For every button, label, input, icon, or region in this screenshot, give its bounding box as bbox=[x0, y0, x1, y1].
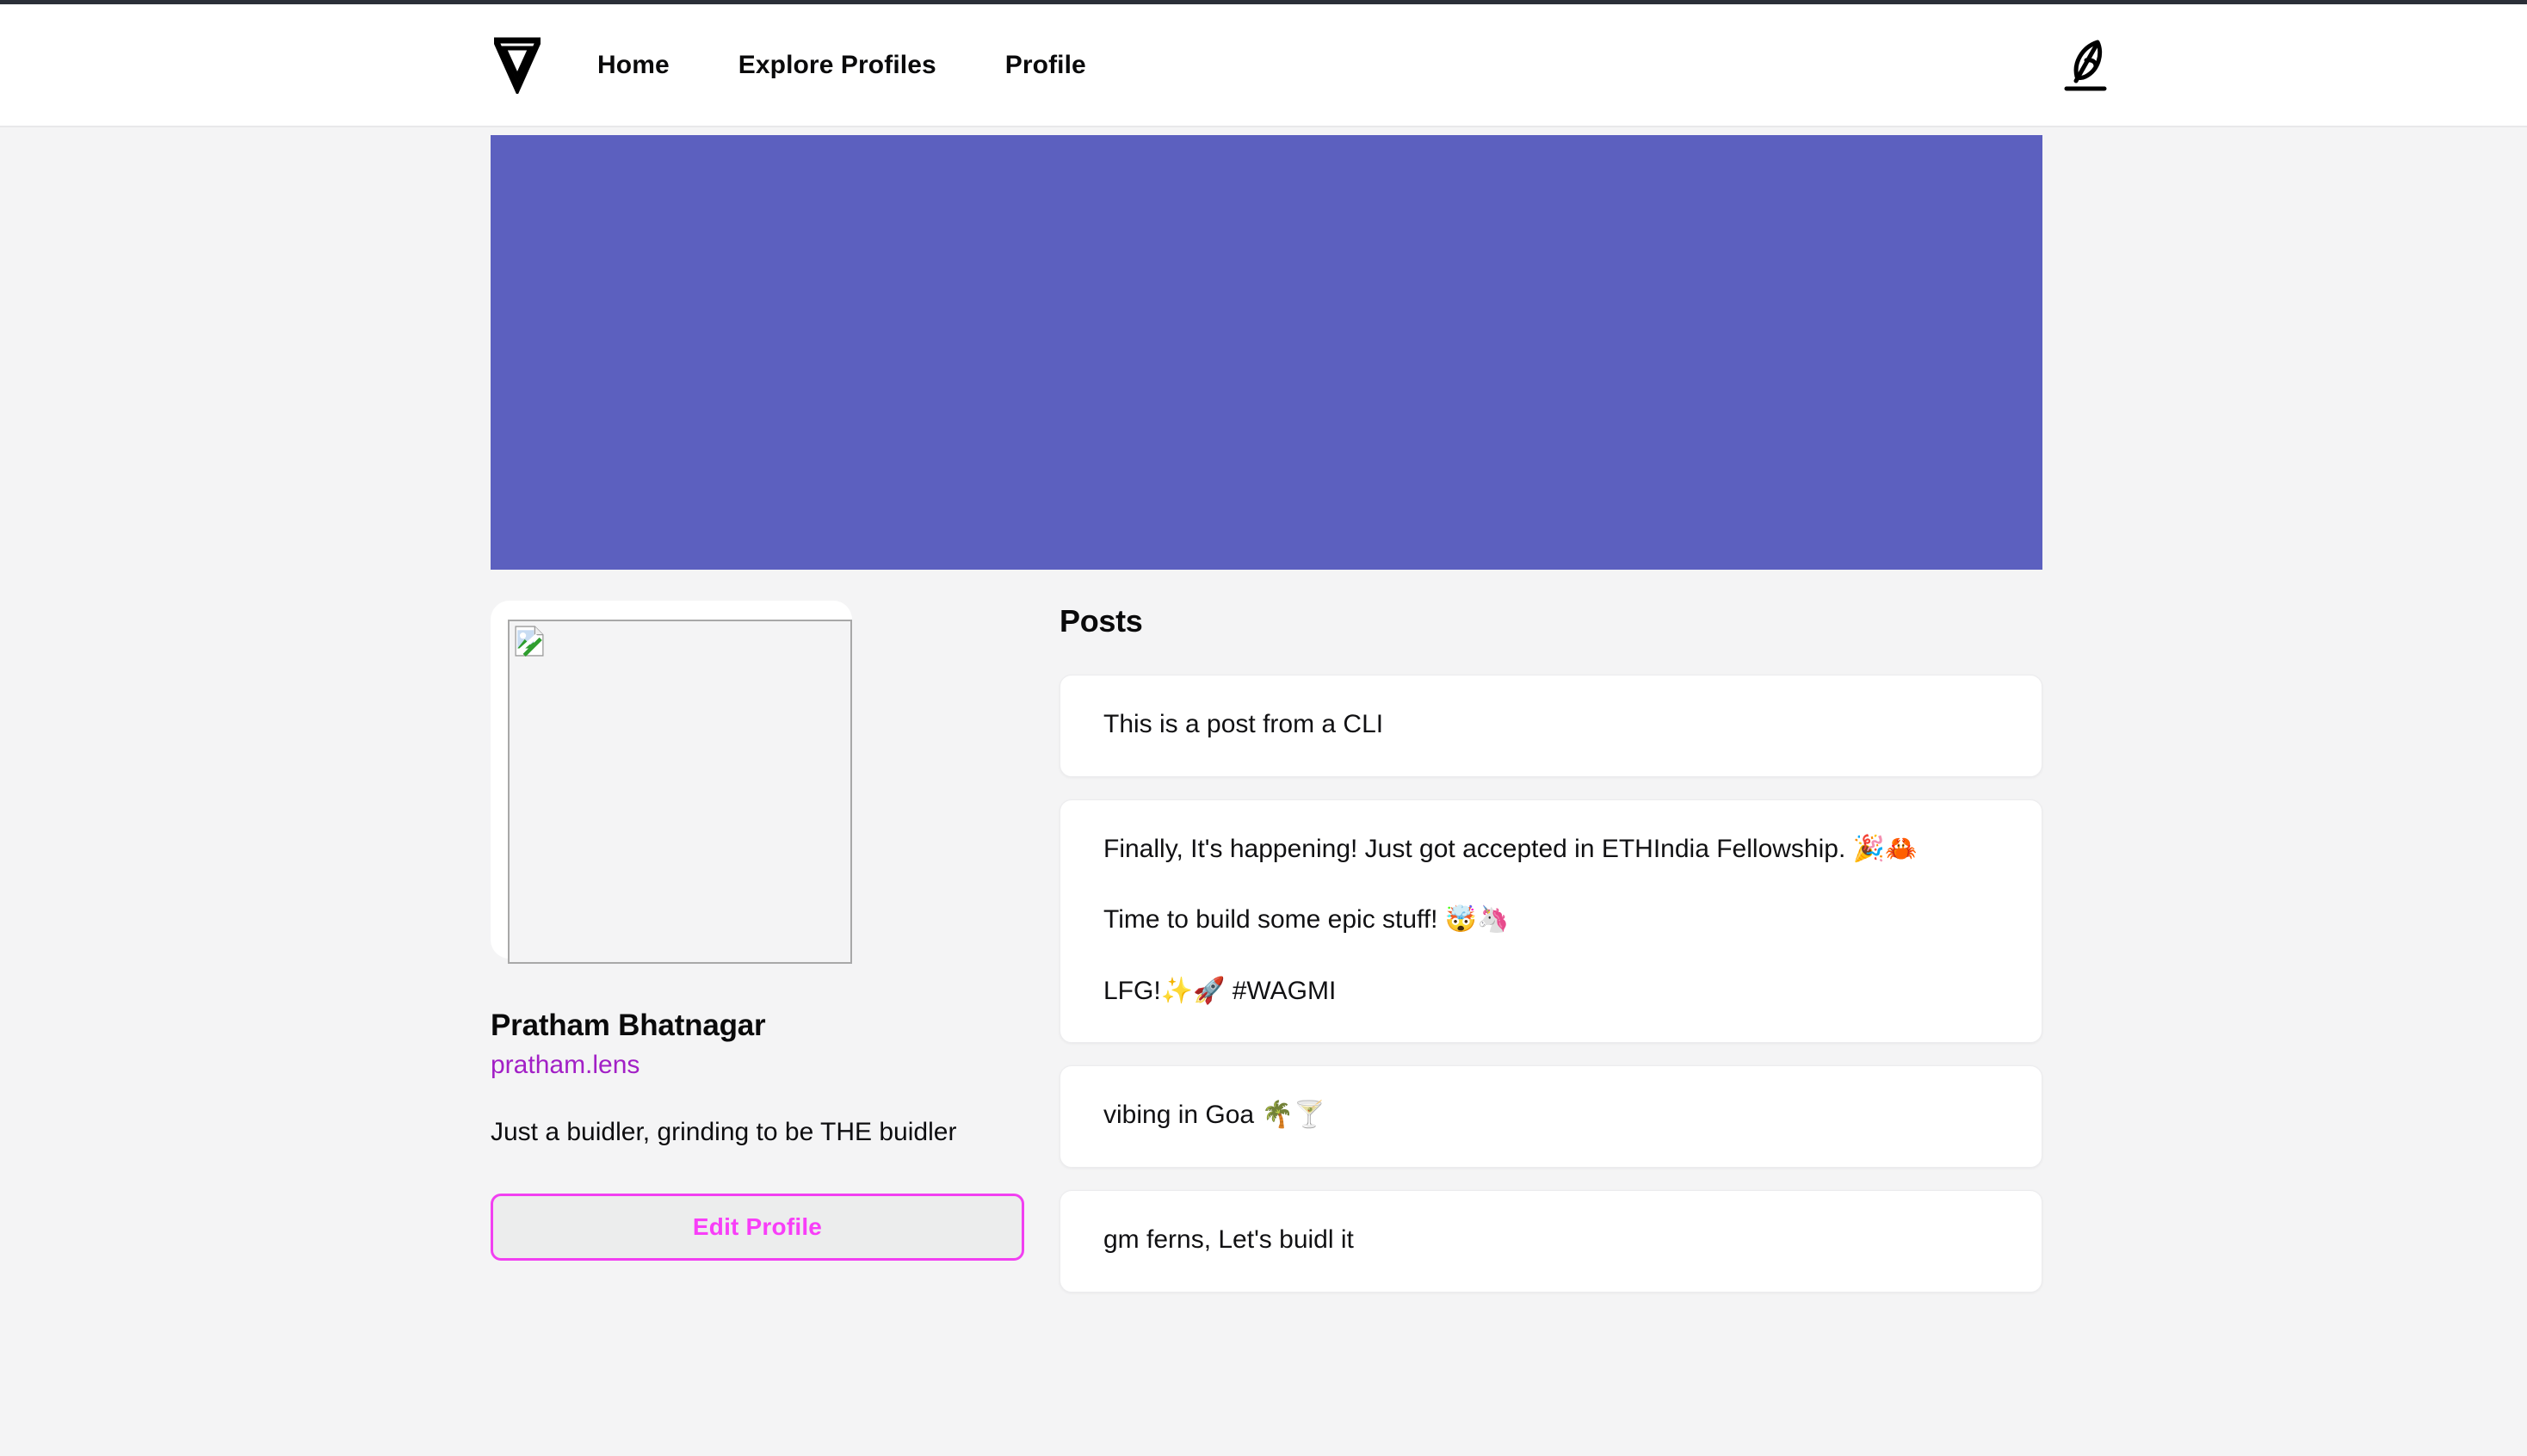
profile-cover-banner bbox=[491, 135, 2042, 570]
post-text: gm ferns, Let's buidl it bbox=[1103, 1225, 1354, 1254]
nav-link-profile[interactable]: Profile bbox=[1005, 44, 1086, 87]
broken-image-icon bbox=[515, 626, 544, 657]
page-title: Pratham Bhatnagar bbox=[491, 1009, 766, 1042]
avatar bbox=[491, 601, 852, 964]
post-text: This is a post from a CLI bbox=[1103, 710, 1384, 738]
navbar-links: Home Explore Profiles Profile bbox=[597, 44, 1086, 87]
main-navbar: Home Explore Profiles Profile bbox=[0, 4, 2527, 127]
navbar-right-group bbox=[1993, 4, 2527, 126]
post-text: vibing in Goa 🌴🍸 bbox=[1103, 1101, 1326, 1130]
nav-link-home[interactable]: Home bbox=[597, 44, 670, 87]
post-text: Finally, It's happening! Just got accept… bbox=[1103, 834, 1918, 863]
navbar-left-group: Home Explore Profiles Profile bbox=[491, 4, 1086, 126]
list-item[interactable]: This is a post from a CLI bbox=[1060, 675, 2042, 777]
posts-section: Posts This is a post from a CLI Finally,… bbox=[1060, 594, 2042, 1293]
posts-heading: Posts bbox=[1060, 603, 1143, 639]
lens-triangle-logo-icon[interactable] bbox=[491, 34, 544, 96]
nav-link-explore-profiles[interactable]: Explore Profiles bbox=[738, 44, 936, 87]
feather-quill-icon[interactable] bbox=[2054, 28, 2117, 102]
profile-bio: Just a buidler, grinding to be THE buidl… bbox=[491, 1118, 957, 1147]
list-item[interactable]: vibing in Goa 🌴🍸 bbox=[1060, 1065, 2042, 1168]
posts-list: This is a post from a CLI Finally, It's … bbox=[1060, 675, 2042, 1293]
profile-handle[interactable]: pratham.lens bbox=[491, 1050, 1024, 1081]
post-text: Time to build some epic stuff! 🤯🦄 bbox=[1103, 905, 1510, 935]
post-text: LFG!✨🚀 #WAGMI bbox=[1103, 976, 1337, 1005]
list-item[interactable]: Finally, It's happening! Just got accept… bbox=[1060, 799, 2042, 1044]
avatar-image-broken bbox=[508, 620, 852, 964]
edit-profile-button[interactable]: Edit Profile bbox=[491, 1194, 1024, 1262]
profile-sidebar: Pratham Bhatnagar pratham.lens Just a bu… bbox=[491, 594, 1024, 1262]
list-item[interactable]: gm ferns, Let's buidl it bbox=[1060, 1189, 2042, 1293]
